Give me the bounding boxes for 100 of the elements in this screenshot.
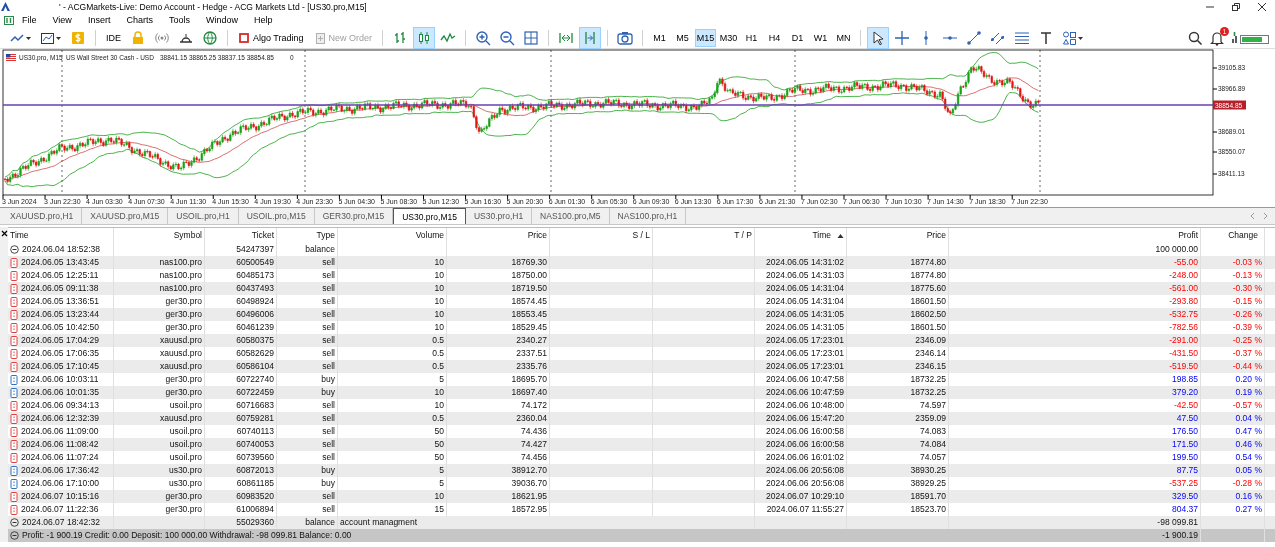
table-cell: 2024.06.06 12:32:39 (21, 412, 99, 425)
balance-icon (10, 245, 19, 254)
table-cell: -0.26 % (1201, 308, 1265, 321)
chart-tab[interactable]: USOIL.pro,M15 (238, 208, 315, 224)
table-cell: sell (277, 256, 338, 269)
menu-item[interactable]: Insert (79, 15, 119, 25)
column-header[interactable]: Profit (949, 228, 1201, 243)
table-cell: -291.00 (949, 334, 1201, 347)
table-cell: -1 900.19 (949, 529, 1201, 542)
table-cell: 2024.06.06 10:03:11 (21, 373, 99, 386)
menu-item[interactable]: File (14, 15, 45, 25)
table-cell: 60500549 (205, 256, 277, 269)
table-cell: 2024.06.06 20:56:08 (755, 464, 847, 477)
table-cell: xauusd.pro (114, 334, 205, 347)
sell-order-icon (10, 413, 18, 424)
order-icon (313, 31, 326, 44)
column-header[interactable]: Price (447, 228, 550, 243)
timeframe-button[interactable]: M5 (672, 28, 694, 47)
table-cell: 2335.76 (447, 360, 550, 373)
timeframe-button[interactable]: D1 (787, 28, 809, 47)
table-cell: 5 (338, 464, 447, 477)
column-header[interactable]: Symbol (114, 228, 205, 243)
table-cell: 18602.50 (847, 308, 949, 321)
column-header[interactable]: T / P (653, 228, 755, 243)
column-header[interactable]: Type (277, 228, 338, 243)
table-cell: buy (277, 386, 338, 399)
table-cell: usoil.pro (114, 438, 205, 451)
table-cell: 2024.06.05 17:23:01 (755, 334, 847, 347)
table-cell: sell (277, 360, 338, 373)
table-cell: -0.44 % (1201, 360, 1265, 373)
chart-tab[interactable]: NAS100.pro,H1 (609, 208, 687, 224)
buy-order-icon (10, 374, 18, 385)
buy-order-icon (10, 478, 18, 489)
column-header[interactable]: Price (847, 228, 949, 243)
column-header[interactable]: Time (755, 228, 847, 243)
timeframe-button[interactable]: M15 (695, 28, 717, 47)
cursor-icon[interactable] (867, 26, 890, 49)
table-cell: 2340.27 (447, 334, 550, 347)
ide-button[interactable]: IDE (102, 28, 125, 47)
table-cell: 2024.06.04 18:52:38 (22, 243, 100, 256)
timeframe-button[interactable]: H1 (741, 28, 763, 47)
timeframe-button[interactable]: W1 (810, 28, 832, 47)
table-cell: sell (277, 438, 338, 451)
table-cell: 38912.70 (447, 464, 550, 477)
search-icon[interactable] (1187, 29, 1203, 46)
table-cell: 2024.06.07 18:42:32 (22, 516, 100, 529)
table-cell: 2024.06.05 13:43:45 (21, 256, 99, 269)
restore-icon[interactable] (1231, 1, 1241, 12)
sell-order-icon (10, 504, 18, 515)
table-cell: 18769.30 (447, 256, 550, 269)
table-cell: 2024.06.05 17:10:45 (21, 360, 99, 373)
table-cell: 379.20 (949, 386, 1201, 399)
column-header[interactable]: Time (8, 228, 114, 243)
timeframe-button[interactable]: H4 (764, 28, 786, 47)
table-cell: 0.16 % (1201, 490, 1265, 503)
chart-tab[interactable]: NAS100.pro,M5 (532, 208, 610, 224)
column-header[interactable]: Change (1201, 228, 1265, 243)
table-cell: 18621.95 (447, 490, 550, 503)
table-cell: 2024.06.06 17:10:00 (21, 477, 99, 490)
chart-tab[interactable]: USOIL.pro,H1 (168, 208, 239, 224)
table-cell: 60872013 (205, 464, 277, 477)
table-cell: 171.50 (949, 438, 1201, 451)
close-icon[interactable] (1257, 1, 1267, 12)
bell-icon[interactable] (1209, 29, 1225, 46)
table-cell: 2359.09 (847, 412, 949, 425)
chart-tab[interactable]: XAUUSD.pro,H1 (2, 208, 83, 224)
table-cell: 2024.06.05 14:31:05 (755, 308, 847, 321)
table-cell: 2024.06.05 14:31:04 (755, 282, 847, 295)
chart-shift-icon[interactable] (579, 26, 602, 49)
sell-order-icon (10, 322, 18, 333)
table-cell: 50 (338, 438, 447, 451)
table-cell: xauusd.pro (114, 360, 205, 373)
connection-status-icon[interactable] (1231, 29, 1271, 46)
table-cell: 18591.70 (847, 490, 949, 503)
algo-trading-button[interactable]: Algo Trading (234, 28, 308, 47)
chart-window-icon[interactable] (4, 14, 14, 26)
menu-item[interactable]: Charts (118, 15, 161, 25)
chart-tab[interactable]: XAUUSD.pro,M15 (82, 208, 169, 224)
column-header[interactable]: Ticket (205, 228, 277, 243)
table-cell: 2024.06.06 10:47:59 (755, 386, 847, 399)
candlestick-icon[interactable] (413, 26, 436, 49)
chart-tab[interactable]: US30.pro,H1 (465, 208, 533, 224)
column-header[interactable]: Volume (338, 228, 447, 243)
menu-item[interactable]: View (44, 15, 80, 25)
close-icon[interactable] (0, 230, 8, 237)
table-cell: sell (277, 334, 338, 347)
window-title: ' - ACGMarkets-Live: Demo Account - Hedge - ACG Markets Ltd - [US30.pro,M15] (59, 1, 367, 12)
menu-item[interactable]: Help (245, 15, 281, 25)
table-cell: nas100.pro (114, 282, 205, 295)
timeframe-button[interactable]: MN (833, 28, 855, 47)
timeframe-button[interactable]: M30 (718, 28, 740, 47)
menu-item[interactable]: Window (197, 15, 246, 25)
menu-item[interactable]: Tools (160, 15, 198, 25)
sell-order-icon (10, 348, 18, 359)
table-cell: 2024.06.06 16:00:58 (755, 438, 847, 451)
timeframe-button[interactable]: M1 (649, 28, 671, 47)
summary-text: Profit: -1 900.19 Credit: 0.00 Deposit: 100 000.00 Withdrawal: -98 099.81 Balance: 0.00 (22, 529, 352, 542)
collapse-icon[interactable] (10, 531, 19, 540)
column-header[interactable]: S / L (550, 228, 653, 243)
chart-tab[interactable]: US30.pro,M15 (393, 208, 466, 224)
